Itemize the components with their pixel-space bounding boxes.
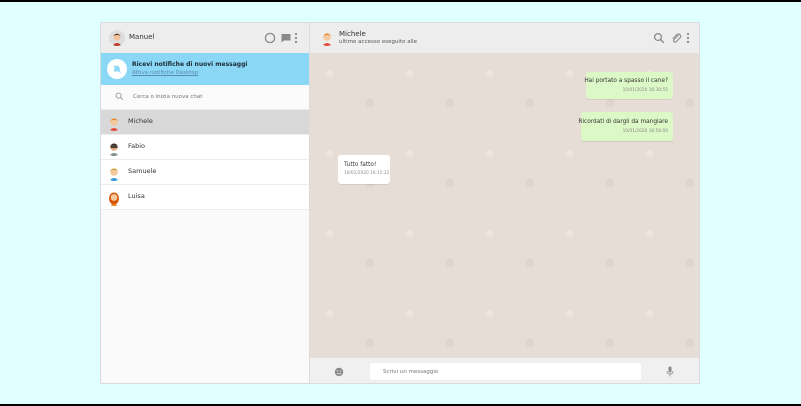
sidebar: Manuel Ricevi notifiche di nuovi messagg… <box>101 23 310 383</box>
chat-list: Michele Fabio Samuele Luisa <box>101 110 309 210</box>
top-border <box>0 0 801 2</box>
search-icon[interactable] <box>653 32 665 44</box>
conversation-panel: Michele ultimo accesso eseguito alle Hai… <box>310 23 699 383</box>
search-bar <box>101 85 309 110</box>
message-text: Hai portato a spasso il cane? <box>584 78 668 84</box>
user-name: Manuel <box>129 33 155 41</box>
chat-item-michele[interactable]: Michele <box>101 110 309 135</box>
chat-item-fabio[interactable]: Fabio <box>101 135 309 160</box>
menu-dots-icon[interactable] <box>293 32 299 44</box>
chat-name: Luisa <box>128 192 145 200</box>
message-bubble-outgoing: Hai portato a spasso il cane? 10/01/2020… <box>584 72 673 99</box>
message-input[interactable] <box>370 363 641 380</box>
message-area[interactable]: Hai portato a spasso il cane? 10/01/2020… <box>310 53 699 358</box>
message-bubble-outgoing: Ricordati di dargli da mangiare 10/01/20… <box>578 112 673 141</box>
message-bubble-incoming: Tutto fatto! 10/01/2020 16:15:22 <box>338 155 390 184</box>
conversation-header: Michele ultimo accesso eseguito alle <box>310 23 699 53</box>
contact-name: Michele <box>339 30 366 38</box>
chat-item-samuele[interactable]: Samuele <box>101 160 309 185</box>
chat-name: Samuele <box>128 167 157 175</box>
chat-app-window: Manuel Ricevi notifiche di nuovi messagg… <box>100 22 700 384</box>
chat-name: Fabio <box>128 142 146 150</box>
search-input[interactable] <box>133 91 293 103</box>
bell-off-icon <box>107 59 127 79</box>
avatar <box>109 143 119 156</box>
emoji-icon[interactable] <box>334 367 344 377</box>
sidebar-header: Manuel <box>101 23 309 53</box>
chat-name: Michele <box>128 117 153 125</box>
last-seen-status: ultimo accesso eseguito alle <box>339 39 418 45</box>
message-timestamp: 10/01/2020 16:30:55 <box>622 88 668 93</box>
paperclip-icon[interactable] <box>670 32 682 44</box>
message-timestamp: 10/01/2020 16:56:00 <box>622 129 668 134</box>
search-icon <box>115 92 124 101</box>
microphone-icon[interactable] <box>666 366 674 377</box>
notification-banner[interactable]: Ricevi notifiche di nuovi messaggi Attiv… <box>101 53 309 85</box>
avatar <box>109 168 119 181</box>
message-text: Tutto fatto! <box>344 162 377 168</box>
avatar <box>109 118 119 131</box>
menu-dots-icon[interactable] <box>685 32 691 44</box>
man-avatar-icon[interactable] <box>109 30 125 46</box>
enable-notifications-link[interactable]: Attiva notifiche Desktop <box>132 70 198 76</box>
message-timestamp: 10/01/2020 16:15:22 <box>344 171 390 176</box>
chat-item-luisa[interactable]: Luisa <box>101 185 309 210</box>
notification-title: Ricevi notifiche di nuovi messaggi <box>132 61 248 68</box>
status-icon[interactable] <box>264 32 276 44</box>
avatar[interactable] <box>319 30 335 46</box>
message-text: Ricordati di dargli da mangiare <box>578 119 668 125</box>
avatar <box>109 192 119 206</box>
chat-icon[interactable] <box>280 32 292 44</box>
message-composer <box>310 358 699 383</box>
